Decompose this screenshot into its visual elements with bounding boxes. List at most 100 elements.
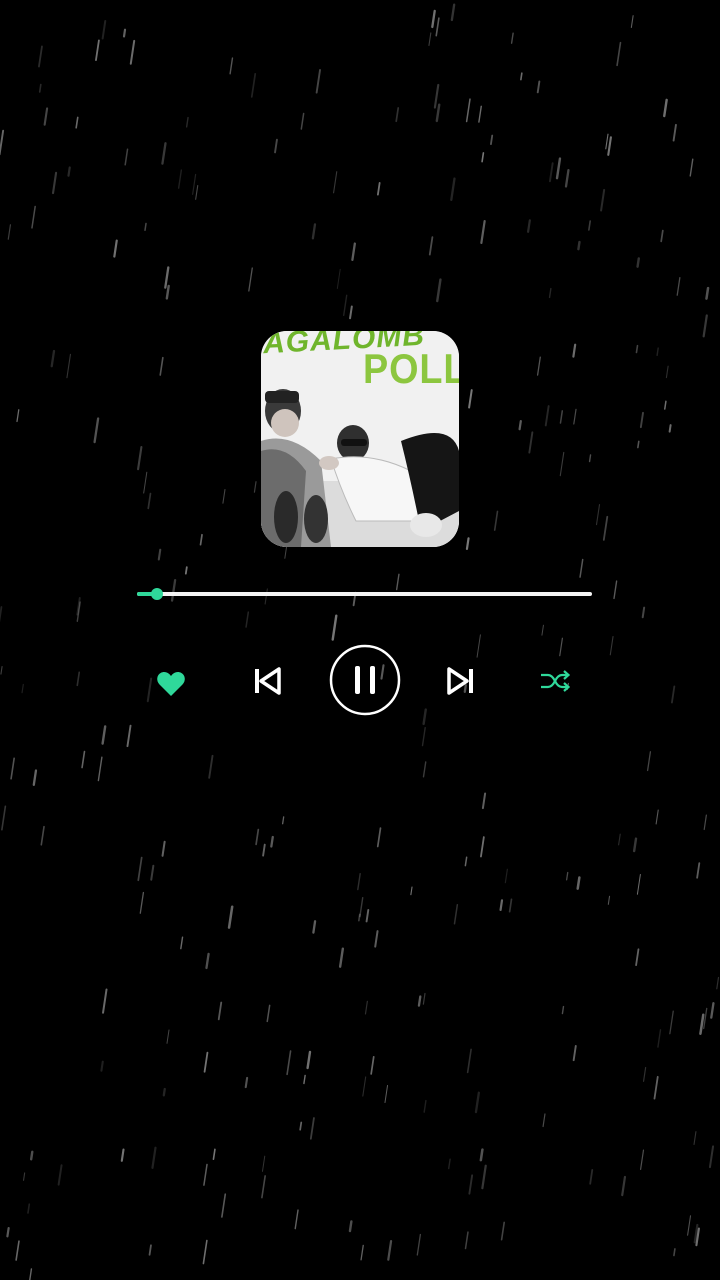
- rain-streak: [129, 39, 136, 65]
- rain-streak: [671, 685, 676, 704]
- rain-streak: [342, 294, 348, 316]
- rain-streak: [122, 28, 127, 38]
- rain-streak: [40, 825, 45, 846]
- rain-streak: [663, 98, 668, 118]
- rain-streak: [561, 1005, 565, 1015]
- progress-track[interactable]: [137, 592, 592, 596]
- rain-streak: [476, 634, 481, 658]
- rain-streak: [27, 1203, 31, 1214]
- rain-streak: [93, 417, 100, 444]
- rain-streak: [499, 899, 504, 912]
- rain-streak: [184, 566, 188, 575]
- rain-streak: [286, 1050, 292, 1076]
- rain-streak: [423, 1099, 427, 1113]
- rain-streak: [395, 107, 400, 123]
- rain-streak: [255, 828, 260, 846]
- rain-streak: [162, 1087, 166, 1097]
- rain-streak: [618, 833, 621, 846]
- rain-streak: [10, 757, 15, 780]
- rain-streak: [579, 558, 584, 578]
- rain-streak: [124, 148, 129, 166]
- rain-streak: [16, 409, 20, 423]
- cover-title-main: POLLO: [363, 345, 459, 392]
- rain-streak: [689, 158, 694, 177]
- rain-streak: [431, 9, 436, 29]
- rain-streak: [481, 792, 487, 810]
- previous-button[interactable]: [247, 661, 287, 701]
- rain-streak: [481, 1164, 487, 1190]
- rain-streak: [50, 349, 56, 368]
- rain-streak: [0, 666, 3, 675]
- rain-streak: [245, 611, 250, 628]
- rain-streak: [607, 136, 612, 156]
- rain-streak: [708, 1145, 715, 1169]
- next-button[interactable]: [441, 661, 481, 701]
- rain-streak: [266, 1004, 271, 1023]
- rain-streak: [635, 344, 639, 354]
- rain-streak: [66, 353, 71, 379]
- rain-streak: [559, 637, 563, 657]
- rain-streak: [632, 837, 638, 853]
- rain-streak: [464, 856, 468, 867]
- rain-streak: [376, 827, 382, 848]
- rain-streak: [212, 1148, 216, 1161]
- rain-streak: [464, 1231, 469, 1250]
- rain-streak: [716, 976, 720, 990]
- rain-streak: [602, 515, 609, 541]
- rain-streak: [655, 809, 659, 825]
- rain-streak: [528, 431, 534, 454]
- progress-bar[interactable]: [137, 588, 592, 600]
- rain-streak: [526, 219, 531, 233]
- rain-streak: [510, 32, 514, 44]
- rain-streak: [208, 754, 214, 779]
- rain-streak: [253, 481, 257, 493]
- rain-streak: [479, 1148, 484, 1162]
- rain-streak: [250, 73, 257, 98]
- rain-streak: [493, 510, 499, 531]
- rain-streak: [351, 242, 356, 261]
- rain-streak: [360, 1244, 364, 1261]
- rain-streak: [274, 138, 278, 154]
- rain-streak: [572, 1045, 577, 1062]
- rain-streak: [421, 727, 426, 747]
- rain-streak: [7, 224, 12, 240]
- rain-streak: [664, 400, 667, 410]
- rain-streak: [370, 1056, 375, 1075]
- play-pause-button[interactable]: [329, 644, 401, 716]
- rain-streak: [312, 920, 317, 934]
- rain-streak: [338, 947, 345, 968]
- rain-streak: [365, 908, 370, 923]
- rain-streak: [67, 166, 71, 177]
- shuffle-button[interactable]: [535, 663, 575, 699]
- rain-streak: [31, 205, 36, 229]
- rain-streak: [600, 188, 606, 212]
- rain-streak: [641, 606, 646, 619]
- rain-streak: [29, 1150, 34, 1161]
- rain-streak: [147, 492, 152, 510]
- rain-streak: [229, 57, 234, 75]
- rain-streak: [203, 1163, 208, 1186]
- rain-streak: [696, 862, 701, 879]
- rain-streak: [705, 286, 710, 300]
- rain-streak: [481, 152, 485, 163]
- rain-streak: [630, 15, 634, 29]
- rain-streak: [589, 1169, 594, 1185]
- rain-streak: [468, 1174, 474, 1195]
- rain-streak: [433, 83, 440, 109]
- rain-streak: [504, 868, 508, 884]
- rain-streak: [428, 236, 434, 256]
- rain-streak: [653, 1075, 659, 1100]
- rain-streak: [102, 988, 108, 1014]
- rain-streak: [159, 356, 164, 376]
- rain-streak: [262, 843, 266, 857]
- like-button[interactable]: [151, 664, 191, 704]
- rain-streak: [180, 936, 184, 950]
- rain-streak: [281, 816, 285, 825]
- rain-streak: [150, 864, 155, 881]
- rain-streak: [376, 181, 381, 196]
- rain-streak: [607, 895, 611, 905]
- rain-streak: [660, 229, 664, 243]
- rain-streak: [32, 769, 38, 787]
- rain-streak: [294, 1209, 299, 1230]
- rain-streak: [199, 533, 203, 546]
